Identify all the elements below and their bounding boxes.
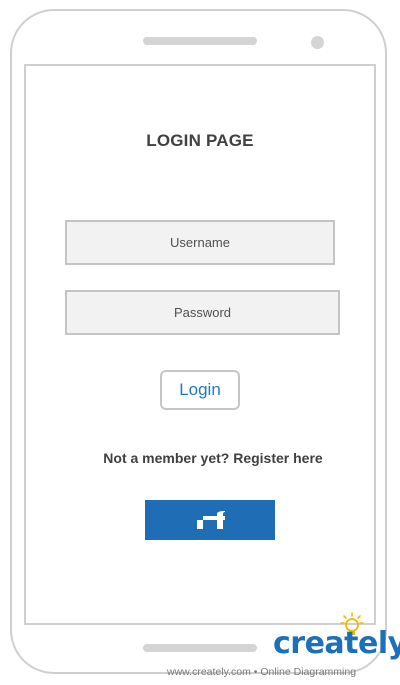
creately-logo: creately bbox=[273, 626, 400, 661]
phone-speaker bbox=[143, 37, 257, 45]
login-button[interactable]: Login bbox=[160, 370, 240, 410]
password-input[interactable] bbox=[65, 290, 340, 335]
facebook-f-icon bbox=[197, 511, 225, 529]
phone-camera bbox=[311, 36, 324, 49]
creately-footer: www.creately.com • Online Diagramming bbox=[167, 666, 357, 678]
mockup-canvas: LOGIN PAGE Login Not a member yet? Regis… bbox=[0, 0, 400, 685]
phone-home-button bbox=[143, 644, 257, 652]
username-input[interactable] bbox=[65, 220, 335, 265]
page-title: LOGIN PAGE bbox=[146, 131, 254, 150]
facebook-login-button[interactable] bbox=[145, 500, 275, 540]
register-link[interactable]: Not a member yet? Register here bbox=[0, 450, 400, 466]
